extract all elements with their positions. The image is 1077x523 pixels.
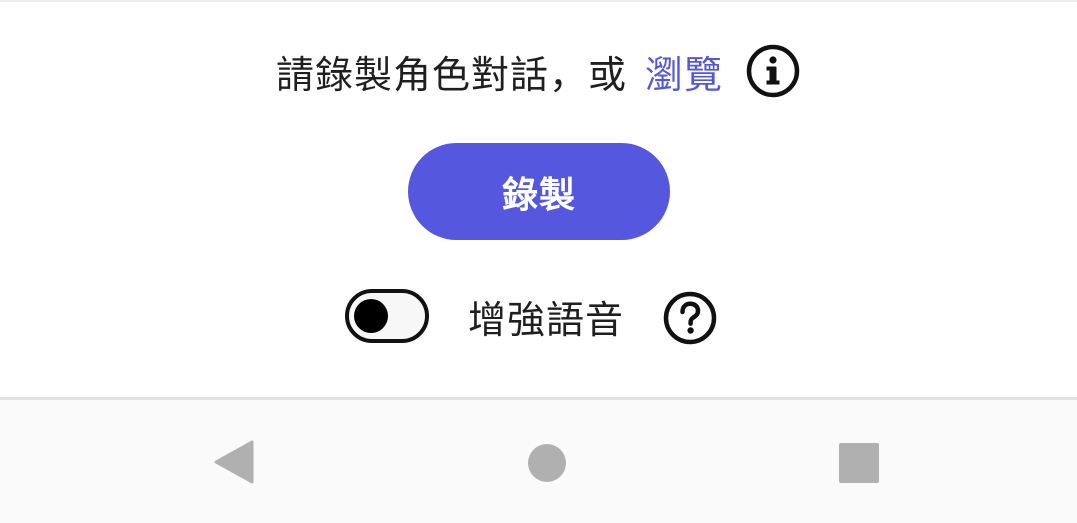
record-prompt-text: 請錄製角色對話，或 <box>275 52 627 97</box>
recents-square-icon[interactable] <box>839 443 879 483</box>
info-icon[interactable] <box>745 43 801 99</box>
record-prompt-row: 請錄製角色對話，或 瀏覽 <box>0 40 1077 102</box>
record-button[interactable]: 錄製 <box>408 143 670 240</box>
system-navigation-bar <box>0 397 1077 523</box>
top-divider <box>0 0 1077 2</box>
question-circle-icon[interactable] <box>662 290 718 346</box>
back-triangle-icon[interactable] <box>212 440 256 484</box>
toggle-knob <box>354 299 388 333</box>
home-circle-icon[interactable] <box>528 444 566 482</box>
app-screen: 請錄製角色對話，或 瀏覽 錄製 增強語音 <box>0 0 1077 523</box>
enhance-voice-toggle[interactable] <box>345 289 429 343</box>
browse-link[interactable]: 瀏覽 <box>645 44 723 99</box>
enhance-voice-label: 增強語音 <box>468 297 625 342</box>
